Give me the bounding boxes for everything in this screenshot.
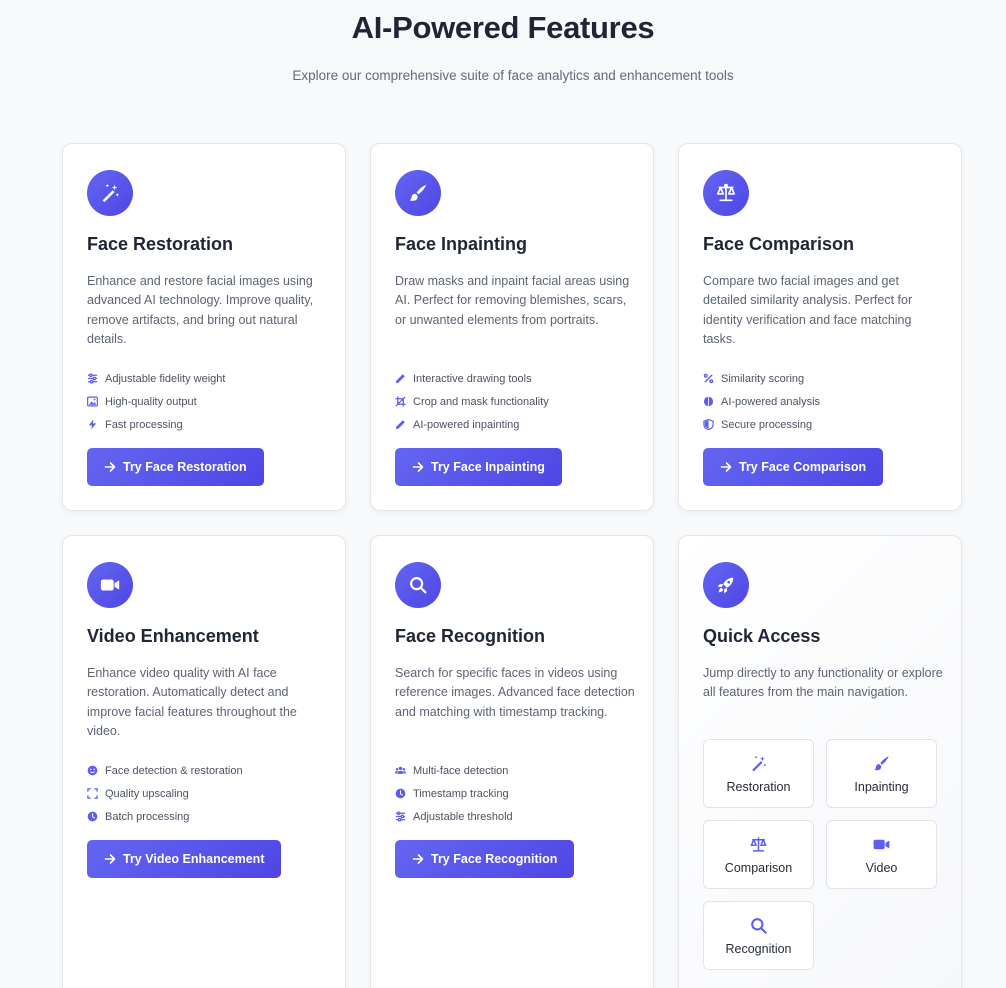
arrow-right-icon (104, 853, 116, 865)
rocket-icon (703, 562, 749, 608)
feature-card-video-enhancement: Video Enhancement Enhance video quality … (62, 535, 346, 988)
paintbrush-icon (395, 170, 441, 216)
pencil-icon (395, 419, 406, 430)
feature-card-face-recognition: Face Recognition Search for specific fac… (370, 535, 654, 988)
feature-card-face-comparison: Face Comparison Compare two facial image… (678, 143, 962, 511)
crop-icon (395, 396, 406, 407)
feature-item: Quality upscaling (87, 782, 243, 805)
feature-item: Similarity scoring (703, 367, 820, 390)
feature-card-face-restoration: Face Restoration Enhance and restore fac… (62, 143, 346, 511)
quick-link-label: Video (865, 860, 898, 875)
card-title: Face Inpainting (395, 234, 528, 254)
search-icon (395, 562, 441, 608)
card-title: Video Enhancement (87, 626, 259, 646)
card-description: Search for specific faces in videos usin… (395, 666, 635, 719)
card-description: Jump directly to any functionality or ex… (703, 666, 943, 700)
feature-item: Face detection & restoration (87, 759, 243, 782)
arrow-right-icon (412, 853, 424, 865)
quick-link-recognition[interactable]: Recognition (703, 901, 814, 970)
card-description: Draw masks and inpaint facial areas usin… (395, 274, 630, 327)
quick-link-label: Restoration (726, 779, 791, 794)
feature-item: Crop and mask functionality (395, 390, 549, 413)
users-icon (395, 765, 406, 776)
card-title: Face Recognition (395, 626, 546, 646)
quick-link-video[interactable]: Video (826, 820, 937, 889)
feature-item: AI-powered inpainting (395, 413, 549, 436)
arrow-right-icon (104, 461, 116, 473)
quick-link-label: Inpainting (854, 779, 909, 794)
feature-list: Multi-face detection Timestamp tracking … (395, 759, 513, 829)
feature-item: Fast processing (87, 413, 225, 436)
image-icon (87, 396, 98, 407)
try-face-restoration-button[interactable]: Try Face Restoration (87, 448, 264, 486)
feature-item: Adjustable threshold (395, 805, 513, 828)
feature-item: Multi-face detection (395, 759, 513, 782)
magic-wand-icon (87, 170, 133, 216)
feature-list: Face detection & restoration Quality ups… (87, 759, 243, 829)
expand-icon (87, 788, 98, 800)
pencil-icon (395, 373, 406, 384)
quick-access-grid: Restoration Inpainting Comparison Video … (703, 739, 937, 970)
video-camera-icon (871, 835, 892, 855)
video-camera-icon (87, 562, 133, 608)
bolt-icon (87, 419, 98, 431)
try-face-inpainting-button[interactable]: Try Face Inpainting (395, 448, 562, 486)
clock-icon (87, 811, 98, 822)
balance-scale-icon (748, 835, 769, 855)
quick-link-inpainting[interactable]: Inpainting (826, 739, 937, 808)
smile-icon (87, 765, 98, 776)
feature-item: High-quality output (87, 390, 225, 413)
card-title: Quick Access (703, 626, 821, 646)
card-title: Face Comparison (703, 234, 855, 254)
quick-link-comparison[interactable]: Comparison (703, 820, 814, 889)
search-icon (749, 916, 768, 936)
magic-wand-icon (749, 754, 768, 774)
brain-icon (703, 396, 714, 407)
feature-list: Interactive drawing tools Crop and mask … (395, 367, 549, 437)
feature-card-face-inpainting: Face Inpainting Draw masks and inpaint f… (370, 143, 654, 511)
clock-icon (395, 788, 406, 799)
card-title: Face Restoration (87, 234, 234, 254)
sliders-icon (87, 373, 98, 384)
balance-scale-icon (703, 170, 749, 216)
quick-link-label: Recognition (725, 941, 792, 956)
feature-item: Timestamp tracking (395, 782, 513, 805)
page-subtitle: Explore our comprehensive suite of face … (292, 68, 734, 83)
sliders-icon (395, 811, 406, 823)
arrow-right-icon (720, 461, 732, 473)
try-face-comparison-button[interactable]: Try Face Comparison (703, 448, 884, 486)
feature-item: AI-powered analysis (703, 390, 820, 413)
feature-item: Interactive drawing tools (395, 367, 549, 390)
feature-list: Similarity scoring AI-powered analysis S… (703, 367, 820, 437)
page-title: AI-Powered Features (351, 10, 655, 45)
paintbrush-icon (872, 754, 891, 774)
card-description: Enhance video quality with AI face resto… (87, 666, 297, 738)
feature-item: Batch processing (87, 805, 243, 828)
card-description: Enhance and restore facial images using … (87, 274, 314, 346)
quick-link-restoration[interactable]: Restoration (703, 739, 814, 808)
percent-icon (703, 373, 714, 384)
shield-icon (703, 419, 714, 431)
quick-access-card: Quick Access Jump directly to any functi… (678, 535, 962, 988)
try-video-enhancement-button[interactable]: Try Video Enhancement (87, 840, 282, 878)
feature-item: Adjustable fidelity weight (87, 367, 225, 390)
feature-list: Adjustable fidelity weight High-quality … (87, 367, 225, 437)
arrow-right-icon (412, 461, 424, 473)
quick-link-label: Comparison (724, 860, 793, 875)
card-description: Compare two facial images and get detail… (703, 274, 913, 346)
try-face-recognition-button[interactable]: Try Face Recognition (395, 840, 575, 878)
feature-item: Secure processing (703, 413, 820, 436)
